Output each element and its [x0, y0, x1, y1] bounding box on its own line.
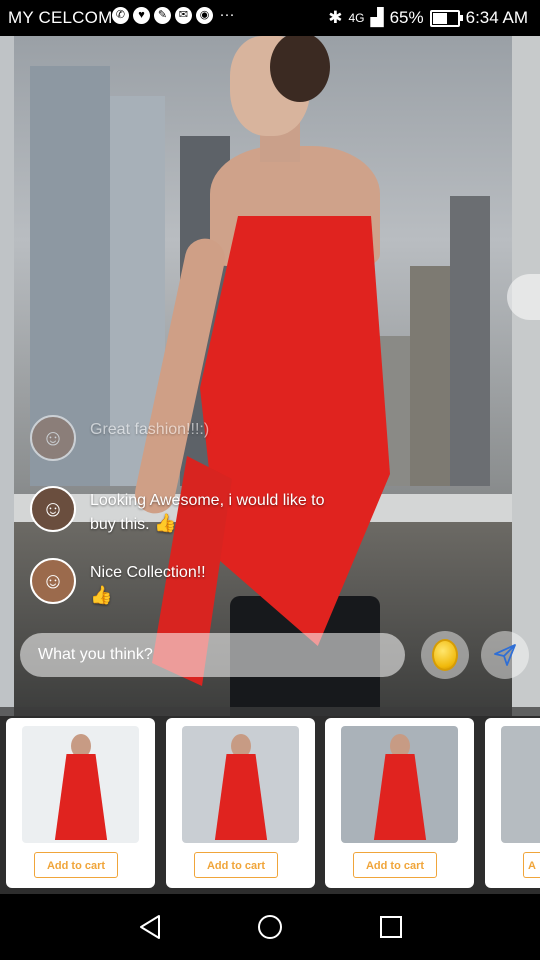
product-carousel[interactable]: Add to cart Add to cart Add to cart A [0, 707, 540, 894]
bluetooth-icon: ✱ [328, 8, 343, 27]
status-right: ✱ 4G ▟ 65% 6:34 AM [328, 8, 528, 28]
more-notifications-icon: ··· [219, 6, 235, 23]
product-card[interactable]: Add to cart [166, 718, 315, 888]
carrier-name: MY CELCOM [8, 8, 113, 27]
heart-health-icon: ♥ [133, 7, 150, 24]
add-to-cart-button[interactable]: A [523, 852, 540, 878]
background-building [410, 266, 455, 486]
product-dress [54, 754, 108, 840]
send-button[interactable] [481, 631, 529, 679]
status-bar: MY CELCOM ✆ ♥ ✎ ✉ ◉ ··· ✱ 4G ▟ 65% 6:34 … [0, 0, 540, 36]
product-dress [373, 754, 427, 840]
chrome-icon: ◉ [196, 7, 213, 24]
product-image[interactable] [22, 726, 139, 843]
red-dress [200, 216, 390, 646]
gmail-icon: ✉ [175, 7, 192, 24]
product-card[interactable]: Add to cart [325, 718, 474, 888]
battery-icon [429, 10, 463, 27]
comment-input[interactable] [20, 633, 405, 677]
whatsapp-icon: ✆ [112, 7, 129, 24]
window-frame [512, 36, 540, 716]
chat-icon: ✎ [154, 7, 171, 24]
send-coin-button[interactable] [421, 631, 469, 679]
gold-coin-icon [432, 639, 458, 671]
network-type: 4G [348, 11, 365, 25]
product-image[interactable] [501, 726, 540, 843]
model-hair [270, 36, 330, 102]
background-building [450, 196, 490, 486]
navigation-bar [0, 894, 540, 960]
product-dress [214, 754, 268, 840]
battery-fill [432, 13, 447, 24]
product-image[interactable] [341, 726, 458, 843]
comment-input-row [20, 631, 530, 679]
product-card[interactable]: Add to cart [6, 718, 155, 888]
background-building [30, 66, 110, 486]
send-icon [494, 644, 516, 666]
recent-apps-icon[interactable] [376, 912, 406, 942]
clock: 6:34 AM [465, 8, 528, 27]
product-image[interactable] [182, 726, 299, 843]
add-to-cart-button[interactable]: Add to cart [194, 852, 278, 878]
home-icon[interactable] [255, 912, 285, 942]
back-icon[interactable] [135, 912, 165, 942]
product-card[interactable]: A [485, 718, 540, 888]
live-video-scene [0, 36, 540, 716]
window-frame [0, 36, 14, 716]
add-to-cart-button[interactable]: Add to cart [353, 852, 437, 878]
notification-icons: ✆ ♥ ✎ ✉ ◉ ··· [112, 7, 237, 24]
battery-percent: 65% [389, 8, 424, 27]
add-to-cart-button[interactable]: Add to cart [34, 852, 118, 878]
model-figure [120, 36, 400, 716]
signal-icon: ▟ [370, 8, 384, 27]
